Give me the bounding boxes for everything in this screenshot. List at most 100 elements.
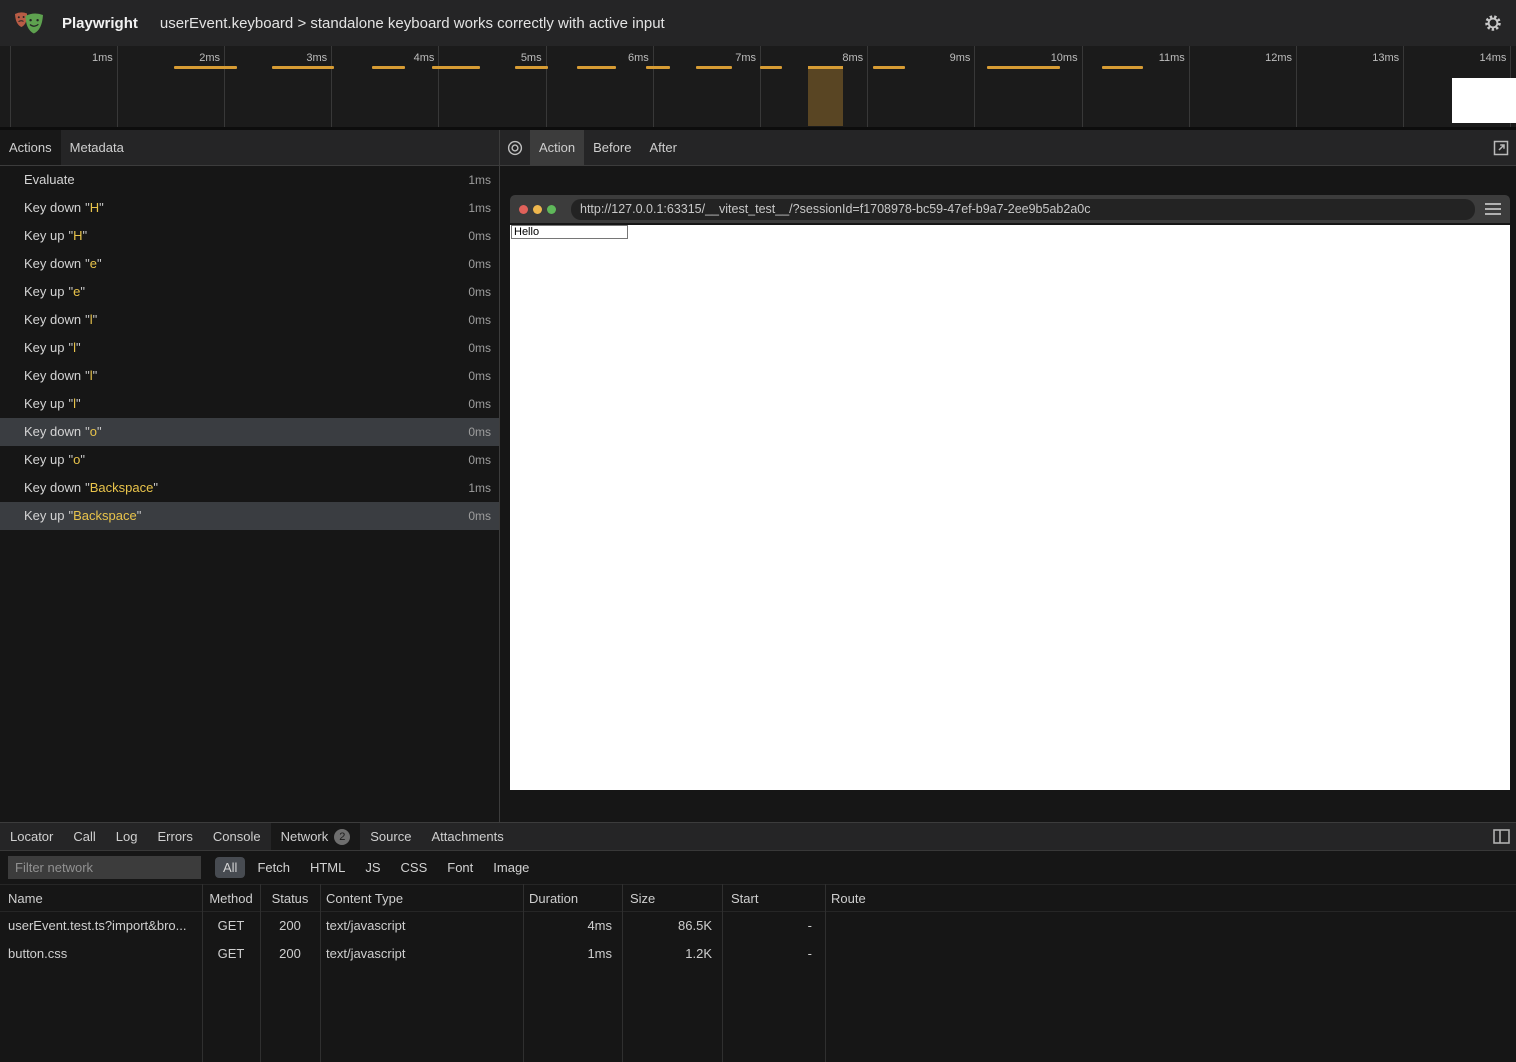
tab-network[interactable]: Network 2: [271, 823, 361, 850]
tab-errors[interactable]: Errors: [147, 823, 202, 850]
page-text-input[interactable]: [511, 225, 628, 239]
timeline-tick-label: 6ms: [587, 52, 649, 64]
tab-console[interactable]: Console: [203, 823, 271, 850]
timeline-tick-label: 5ms: [480, 52, 542, 64]
tab-metadata[interactable]: Metadata: [61, 130, 133, 165]
traffic-light-yellow-icon: [533, 205, 542, 214]
hamburger-menu-icon[interactable]: [1485, 203, 1501, 215]
actions-panel: Actions Metadata Evaluate 1ms Key down"H…: [0, 130, 500, 822]
network-row-buttoncss[interactable]: button.css GET 200 text/javascript 1ms 1…: [0, 940, 1516, 968]
network-filter-input[interactable]: [8, 856, 201, 879]
tab-source[interactable]: Source: [360, 823, 421, 850]
timeline-tick-label: 1ms: [51, 52, 113, 64]
timeline-gridline: [1082, 46, 1083, 127]
details-tabstrip: Locator Call Log Errors Console Network …: [0, 823, 1516, 851]
browser-chrome-bar: http://127.0.0.1:63315/__vitest_test__/?…: [510, 195, 1510, 223]
action-row-keyup-e[interactable]: Key up"e" 0ms: [0, 278, 499, 306]
timeline-action-bar: [515, 66, 548, 69]
timeline-action-bar: [696, 66, 732, 69]
timeline-gridline: [867, 46, 868, 127]
snapshot-area: http://127.0.0.1:63315/__vitest_test__/?…: [500, 166, 1516, 822]
action-row-keydown-l2[interactable]: Key down"l" 0ms: [0, 362, 499, 390]
network-type-chips: All Fetch HTML JS CSS Font Image: [215, 857, 537, 878]
snapshot-tabstrip: Action Before After: [500, 130, 1516, 166]
timeline-tick-label: 10ms: [1016, 52, 1078, 64]
timeline-gridline: [224, 46, 225, 127]
playwright-masks-logo-icon: [12, 7, 50, 39]
timeline-tick-label: 3ms: [265, 52, 327, 64]
timeline-action-bar: [987, 66, 1060, 69]
timeline-tick-label: 12ms: [1230, 52, 1292, 64]
timeline-film-frame: [1452, 78, 1516, 123]
chip-html[interactable]: HTML: [302, 857, 353, 878]
timeline-gridline: [117, 46, 118, 127]
action-row-keyup-H[interactable]: Key up"H" 0ms: [0, 222, 499, 250]
action-row-keyup-backspace[interactable]: Key up"Backspace" 0ms: [0, 502, 499, 530]
chip-fetch[interactable]: Fetch: [249, 857, 298, 878]
timeline-canvas[interactable]: 1ms 2ms 3ms 4ms 5ms 6ms 7ms 8ms 9ms 10ms 11ms 12ms 1…: [0, 46, 1516, 127]
layout-columns-icon[interactable]: [1486, 823, 1516, 850]
network-count-badge: 2: [334, 829, 350, 845]
timeline-tick-label: 7ms: [694, 52, 756, 64]
timeline-gridline: [653, 46, 654, 127]
tab-log[interactable]: Log: [106, 823, 148, 850]
timeline-tick-label: 8ms: [801, 52, 863, 64]
timeline-gridline: [1403, 46, 1404, 127]
app-header: Playwright userEvent.keyboard > standalo…: [0, 0, 1516, 46]
timeline-tick-label: 4ms: [372, 52, 434, 64]
action-row-keydown-o[interactable]: Key down"o" 0ms: [0, 418, 499, 446]
tab-call[interactable]: Call: [63, 823, 105, 850]
timeline-tick-label: 11ms: [1123, 52, 1185, 64]
timeline-action-bar: [577, 66, 616, 69]
chip-js[interactable]: JS: [357, 857, 388, 878]
timeline-gridline: [546, 46, 547, 127]
timeline-gridline: [974, 46, 975, 127]
gear-icon[interactable]: [1482, 12, 1504, 34]
timeline-gridline: [331, 46, 332, 127]
timeline-tick-label: 2ms: [158, 52, 220, 64]
action-list: Evaluate 1ms Key down"H" 1ms Key up"H" 0…: [0, 166, 499, 822]
timeline-action-bar: [372, 66, 405, 69]
action-row-evaluate[interactable]: Evaluate 1ms: [0, 166, 499, 194]
action-row-keydown-backspace[interactable]: Key down"Backspace" 1ms: [0, 474, 499, 502]
action-row-keyup-l2[interactable]: Key up"l" 0ms: [0, 390, 499, 418]
tab-action[interactable]: Action: [530, 130, 584, 165]
chip-font[interactable]: Font: [439, 857, 481, 878]
timeline-tick-label: 13ms: [1337, 52, 1399, 64]
tab-before[interactable]: Before: [584, 130, 640, 165]
timeline-gridline: [760, 46, 761, 127]
action-row-keyup-o[interactable]: Key up"o" 0ms: [0, 446, 499, 474]
tab-locator[interactable]: Locator: [0, 823, 63, 850]
timeline-action-bar: [646, 66, 670, 69]
chip-all[interactable]: All: [215, 857, 245, 878]
tab-actions[interactable]: Actions: [0, 130, 61, 165]
pick-locator-target-icon[interactable]: [500, 130, 530, 165]
tab-after[interactable]: After: [640, 130, 685, 165]
traffic-light-green-icon: [547, 205, 556, 214]
details-panel: Locator Call Log Errors Console Network …: [0, 822, 1516, 1062]
chip-image[interactable]: Image: [485, 857, 537, 878]
timeline-action-bar: [1102, 66, 1143, 69]
timeline-gridline: [1189, 46, 1190, 127]
snapshot-page: [510, 225, 1510, 790]
timeline-action-bar: [873, 66, 905, 69]
timeline-gridline: [438, 46, 439, 127]
action-row-keydown-H[interactable]: Key down"H" 1ms: [0, 194, 499, 222]
address-bar: http://127.0.0.1:63315/__vitest_test__/?…: [571, 199, 1475, 220]
chip-css[interactable]: CSS: [393, 857, 436, 878]
network-filter-row: All Fetch HTML JS CSS Font Image: [0, 851, 1516, 884]
open-external-icon[interactable]: [1486, 130, 1516, 165]
snapshot-browser: http://127.0.0.1:63315/__vitest_test__/?…: [510, 195, 1510, 790]
action-row-keydown-l[interactable]: Key down"l" 0ms: [0, 306, 499, 334]
timeline-tick-label: 9ms: [908, 52, 970, 64]
timeline-tick-label: 14ms: [1444, 52, 1506, 64]
test-title: userEvent.keyboard > standalone keyboard…: [160, 15, 665, 32]
traffic-light-red-icon: [519, 205, 528, 214]
action-row-keydown-e[interactable]: Key down"e" 0ms: [0, 250, 499, 278]
timeline-gridline: [10, 46, 11, 127]
action-row-keyup-l[interactable]: Key up"l" 0ms: [0, 334, 499, 362]
timeline-gridline: [1296, 46, 1297, 127]
tab-attachments[interactable]: Attachments: [421, 823, 513, 850]
actions-tabstrip: Actions Metadata: [0, 130, 499, 166]
network-row-userevent[interactable]: userEvent.test.ts?import&bro... GET 200 …: [0, 912, 1516, 940]
